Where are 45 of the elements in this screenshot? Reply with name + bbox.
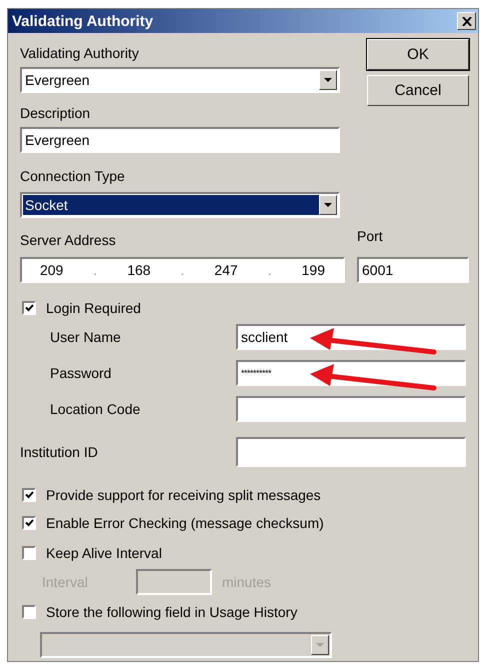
caret-icon xyxy=(316,642,324,648)
field-label: Connection Type xyxy=(20,168,126,185)
dropdown-button[interactable] xyxy=(319,195,337,215)
field-label: Port xyxy=(357,228,384,245)
checkbox-label: Login Required xyxy=(46,300,141,316)
cancel-button[interactable]: Cancel xyxy=(367,75,469,106)
text-field[interactable] xyxy=(236,437,466,467)
field-label: Institution ID xyxy=(20,444,99,460)
ip-octet: 209 xyxy=(40,262,64,278)
ip-separator: . xyxy=(93,262,98,278)
text-field[interactable] xyxy=(236,396,466,422)
checkbox-label: Keep Alive Interval xyxy=(46,544,162,562)
field-label: Server Address xyxy=(20,232,117,249)
checkbox[interactable] xyxy=(22,301,36,315)
ip-octet: 247 xyxy=(214,262,238,278)
authority-dropdown[interactable]: Evergreen xyxy=(20,67,340,93)
dropdown-button[interactable] xyxy=(319,70,337,90)
checkbox-label: Provide support for receiving split messages xyxy=(46,486,321,504)
checkbox[interactable] xyxy=(22,546,36,560)
window-title: Validating Authority xyxy=(12,12,154,30)
interval-field[interactable] xyxy=(136,569,212,595)
dropdown-value: Evergreen xyxy=(24,71,91,90)
checkbox[interactable] xyxy=(22,516,36,530)
close-button[interactable] xyxy=(457,12,476,30)
ip-address-field[interactable]: 209 . 168 . 247 . 199 xyxy=(20,257,345,283)
field-label: User Name xyxy=(49,328,122,346)
field-label: Validating Authority xyxy=(20,45,140,62)
dropdown-value: Socket xyxy=(23,195,319,215)
field-label: Password xyxy=(49,364,112,382)
checkbox-label: Store the following field in Usage History xyxy=(46,604,298,620)
checkbox-label: Enable Error Checking (message checksum) xyxy=(46,514,324,532)
description-field[interactable]: Evergreen xyxy=(20,127,340,153)
ip-octet: 199 xyxy=(302,262,325,278)
port-field[interactable]: 6001 xyxy=(357,257,469,283)
caret-icon xyxy=(324,78,332,82)
close-icon xyxy=(462,16,472,26)
checkbox[interactable] xyxy=(22,488,36,502)
connection-type-dropdown[interactable]: Socket xyxy=(20,192,340,218)
caret-icon xyxy=(324,202,332,208)
ip-octet: 168 xyxy=(127,262,151,278)
ip-separator: . xyxy=(180,262,184,278)
ip-separator: . xyxy=(268,262,272,278)
ok-button[interactable]: OK xyxy=(367,39,469,70)
field-label: Description xyxy=(20,105,92,122)
field-label: Location Code xyxy=(49,400,142,418)
